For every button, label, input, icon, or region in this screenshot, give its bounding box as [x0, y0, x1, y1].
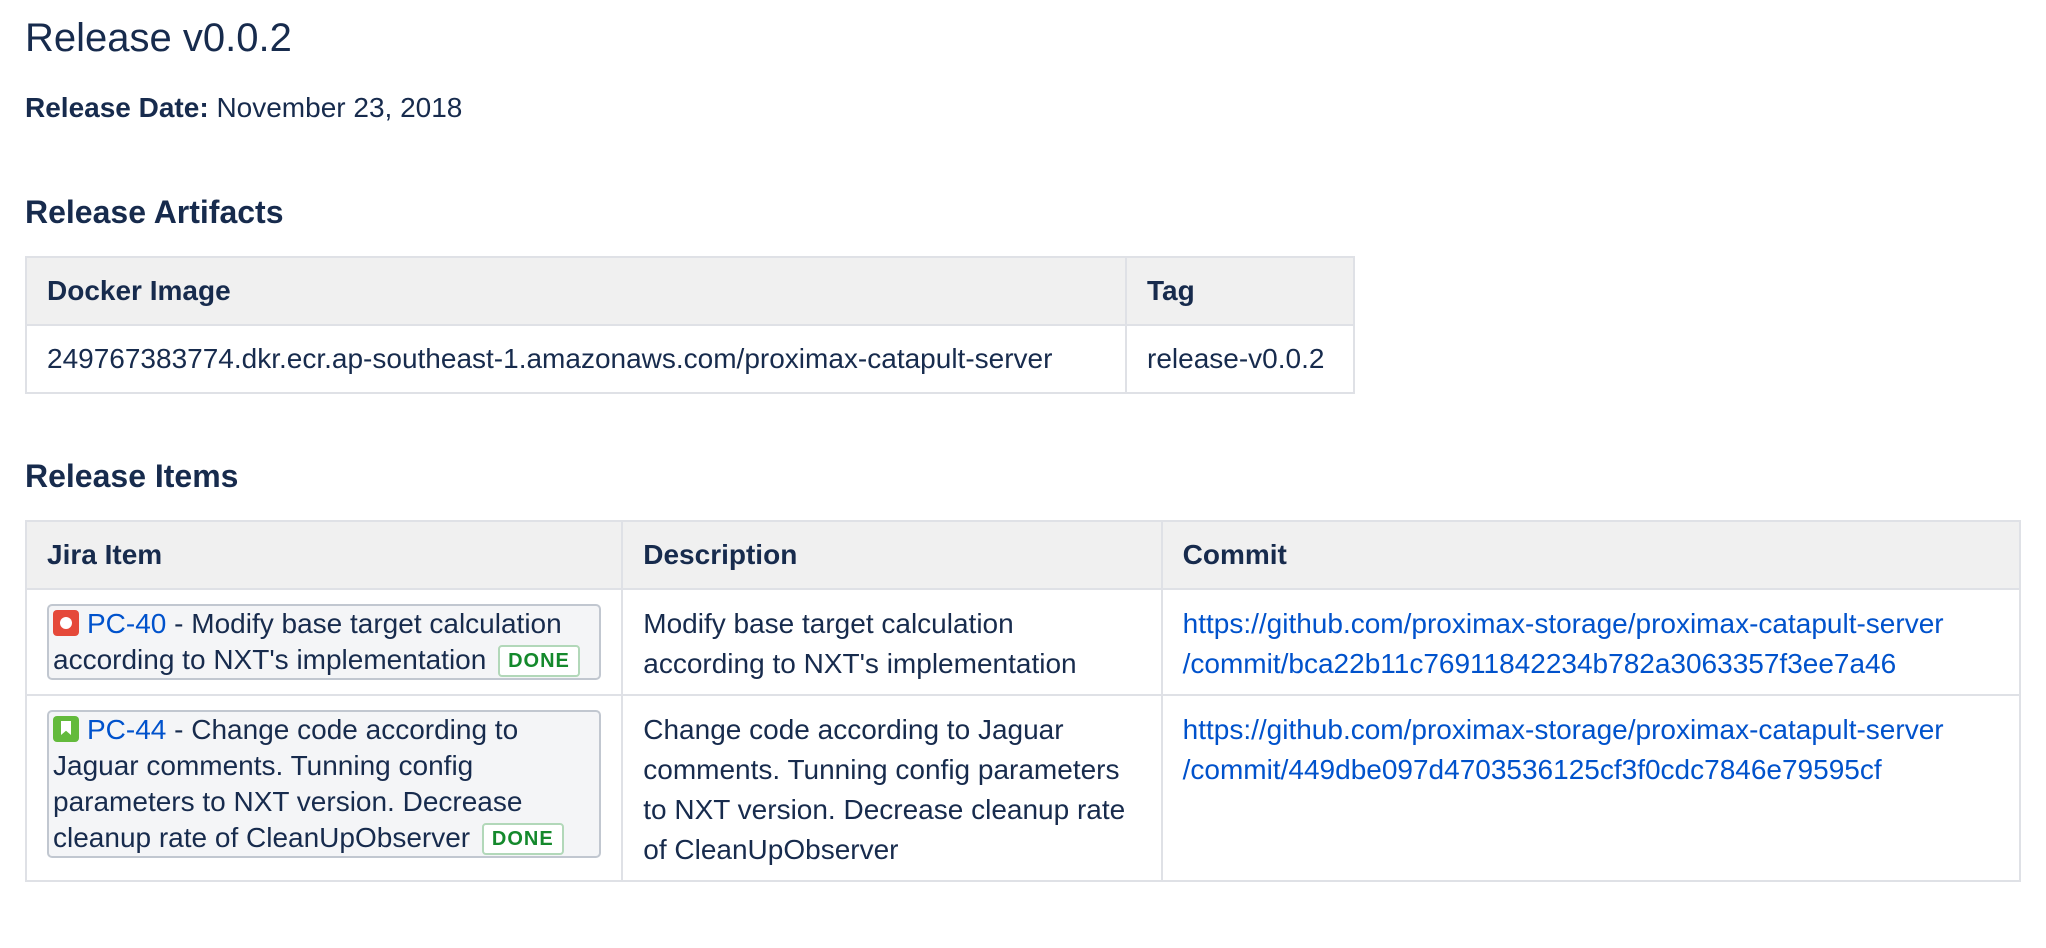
- description-cell: Modify base target calculation according…: [621, 588, 1163, 696]
- bug-icon: [53, 610, 79, 636]
- jira-item-cell: PC-44 - Change code according to Jaguar …: [24, 694, 624, 882]
- release-items-table: Jira Item Description Commit PC-40 - Mod…: [24, 520, 2022, 882]
- story-icon: [53, 716, 79, 742]
- table-header-row: Jira Item Description Commit: [24, 520, 2022, 590]
- release-artifacts-heading: Release Artifacts: [25, 194, 284, 230]
- page-title: Release v0.0.2: [25, 16, 292, 60]
- jira-issue-card[interactable]: PC-40 - Modify base target calculation a…: [47, 604, 602, 680]
- commit-link-line2: /commit/bca22b11c76911842234b782a3063357…: [1182, 648, 1897, 679]
- table-row: PC-40 - Modify base target calculation a…: [24, 588, 2022, 696]
- table-row: 249767383774.dkr.ecr.ap-southeast-1.amaz…: [25, 324, 1355, 394]
- release-date: Release Date: November 23, 2018: [25, 90, 2021, 126]
- docker-image-cell: 249767383774.dkr.ecr.ap-southeast-1.amaz…: [25, 324, 1127, 394]
- release-artifacts-table: Docker Image Tag 249767383774.dkr.ecr.ap…: [25, 256, 1355, 394]
- commit-link[interactable]: https://github.com/proximax-storage/prox…: [1183, 714, 1944, 785]
- column-header-commit: Commit: [1160, 520, 2022, 590]
- jira-issue-link[interactable]: PC-44: [87, 714, 166, 745]
- description-cell: Change code according to Jaguar comments…: [621, 694, 1163, 882]
- release-items-heading: Release Items: [25, 458, 239, 494]
- column-header-description: Description: [621, 520, 1163, 590]
- release-date-value: November 23, 2018: [216, 92, 463, 123]
- commit-cell: https://github.com/proximax-storage/prox…: [1160, 588, 2022, 696]
- table-row: PC-44 - Change code according to Jaguar …: [24, 694, 2022, 882]
- jira-issue-link[interactable]: PC-40: [87, 608, 166, 639]
- column-header-jira-item: Jira Item: [24, 520, 624, 590]
- commit-link[interactable]: https://github.com/proximax-storage/prox…: [1183, 608, 1944, 679]
- jira-item-cell: PC-40 - Modify base target calculation a…: [24, 588, 624, 696]
- commit-link-line2: /commit/449dbe097d4703536125cf3f0cdc7846…: [1182, 754, 1882, 785]
- tag-cell: release-v0.0.2: [1125, 324, 1355, 394]
- column-header-tag: Tag: [1125, 256, 1355, 326]
- table-header-row: Docker Image Tag: [25, 256, 1355, 326]
- commit-link-line1: https://github.com/proximax-storage/prox…: [1182, 714, 1944, 745]
- commit-link-line1: https://github.com/proximax-storage/prox…: [1182, 608, 1944, 639]
- status-badge: DONE: [481, 823, 564, 855]
- status-badge: DONE: [498, 645, 580, 677]
- jira-issue-card[interactable]: PC-44 - Change code according to Jaguar …: [47, 710, 602, 858]
- commit-cell: https://github.com/proximax-storage/prox…: [1160, 694, 2022, 882]
- column-header-docker-image: Docker Image: [25, 256, 1127, 326]
- release-date-label: Release Date:: [25, 92, 209, 123]
- page-content: Release v0.0.2 Release Date: November 23…: [0, 0, 2046, 882]
